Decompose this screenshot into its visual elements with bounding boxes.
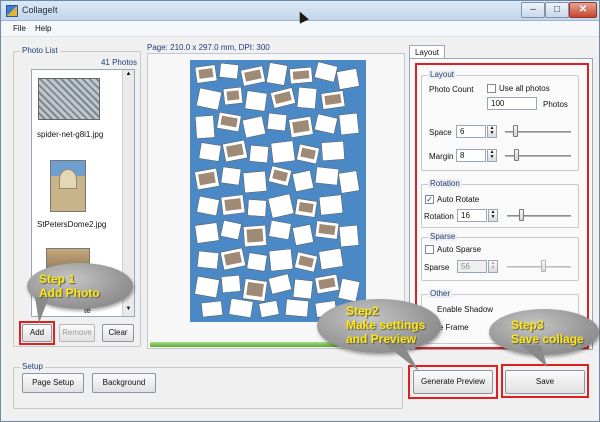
photo-list-group-label: Photo List xyxy=(20,46,60,55)
layout-group-label: Layout xyxy=(428,70,457,79)
rotation-slider-thumb[interactable] xyxy=(519,209,524,221)
step1-desc: Add Photo xyxy=(39,286,100,300)
auto-rotate-label: Auto Rotate xyxy=(437,195,480,204)
tab-layout[interactable]: Layout xyxy=(409,45,445,59)
margin-slider-thumb[interactable] xyxy=(514,149,519,161)
rotation-label: Rotation xyxy=(424,212,454,221)
step1-callout-tail xyxy=(35,297,49,323)
sparse-group: Sparse xyxy=(421,232,579,281)
rotation-group-label: Rotation xyxy=(428,179,462,188)
step3-title: Step3 xyxy=(511,318,544,332)
rotation-spinner[interactable]: ▲ ▼ xyxy=(488,209,498,222)
margin-spinner[interactable]: ▲ ▼ xyxy=(487,149,497,162)
step1-title: Step 1 xyxy=(39,272,76,286)
photo-count-input[interactable]: 100 xyxy=(487,97,537,110)
photos-unit-label: Photos xyxy=(543,100,568,109)
space-input[interactable]: 6 xyxy=(456,125,486,138)
step2-desc-2: and Preview xyxy=(346,332,417,346)
clear-photos-button[interactable]: Clear xyxy=(102,324,134,342)
rotation-slider[interactable] xyxy=(507,215,571,217)
setup-group-label: Setup xyxy=(20,362,45,371)
use-all-photos-checkbox[interactable] xyxy=(487,84,496,93)
app-window: CollageIt – □ ✕ File Help Photo List 41 … xyxy=(0,0,600,422)
close-button[interactable]: ✕ xyxy=(569,2,597,18)
space-label: Space xyxy=(429,128,452,137)
photo-thumbnail[interactable] xyxy=(50,160,86,212)
rotation-group: Rotation xyxy=(421,179,579,228)
rotation-input[interactable]: 16 xyxy=(457,209,487,222)
app-icon xyxy=(6,5,18,17)
sparse-input[interactable]: 56 xyxy=(457,260,487,273)
auto-sparse-label: Auto Sparse xyxy=(437,245,482,254)
step2-callout-text: Step2 Make settings and Preview xyxy=(346,304,425,346)
menu-file[interactable]: File xyxy=(13,24,26,33)
scroll-up-icon[interactable]: ▲ xyxy=(124,71,133,80)
space-spinner[interactable]: ▲ ▼ xyxy=(487,125,497,138)
menu-help[interactable]: Help xyxy=(35,24,51,33)
photo-filename: StPetersDome2.jpg xyxy=(37,220,107,229)
remove-photo-button[interactable]: Remove xyxy=(59,324,95,342)
photo-thumbnail[interactable] xyxy=(38,78,100,120)
page-setup-button[interactable]: Page Setup xyxy=(22,373,84,393)
auto-rotate-checkbox[interactable]: ✓ xyxy=(425,195,434,204)
step1-callout-text: Step 1 Add Photo xyxy=(39,272,100,300)
photo-count-label: Photo Count xyxy=(429,85,474,94)
page-info: Page: 210.0 x 297.0 mm, DPI: 300 xyxy=(147,43,270,52)
sparse-group-label: Sparse xyxy=(428,232,458,241)
sparse-slider[interactable] xyxy=(507,266,571,268)
frame-label: le Frame xyxy=(437,323,469,332)
minimize-button[interactable]: – xyxy=(521,2,545,18)
step3-callout-text: Step3 Save collage xyxy=(511,318,584,346)
sparse-label: Sparse xyxy=(424,263,450,272)
auto-sparse-checkbox[interactable] xyxy=(425,245,434,254)
preview-highlight-box xyxy=(408,365,498,399)
use-all-photos-label: Use all photos xyxy=(499,84,550,93)
step3-callout-tail xyxy=(521,345,547,367)
photo-filename: spider-net-g8i1.jpg xyxy=(37,130,104,139)
maximize-button[interactable]: □ xyxy=(545,2,569,18)
margin-label: Margin xyxy=(429,152,454,161)
scroll-down-icon[interactable]: ▼ xyxy=(124,306,133,315)
sparse-slider-thumb[interactable] xyxy=(541,260,546,272)
background-button[interactable]: Background xyxy=(92,373,156,393)
collage-photos xyxy=(194,61,361,318)
margin-input[interactable]: 8 xyxy=(456,149,486,162)
step2-desc-1: Make settings xyxy=(346,318,426,332)
photo-count: 41 Photos xyxy=(100,58,137,67)
save-highlight-box xyxy=(501,364,589,398)
step2-title: Step2 xyxy=(346,304,379,318)
enable-shadow-label: Enable Shadow xyxy=(437,305,494,314)
step3-desc: Save collage xyxy=(511,332,584,346)
sparse-spinner[interactable]: ▲ ▼ xyxy=(488,260,498,273)
window-title: CollageIt xyxy=(22,5,58,15)
space-slider-thumb[interactable] xyxy=(513,125,518,137)
collage-preview[interactable] xyxy=(190,60,366,322)
dome-icon xyxy=(59,169,77,189)
other-group-label: Other xyxy=(428,289,453,298)
